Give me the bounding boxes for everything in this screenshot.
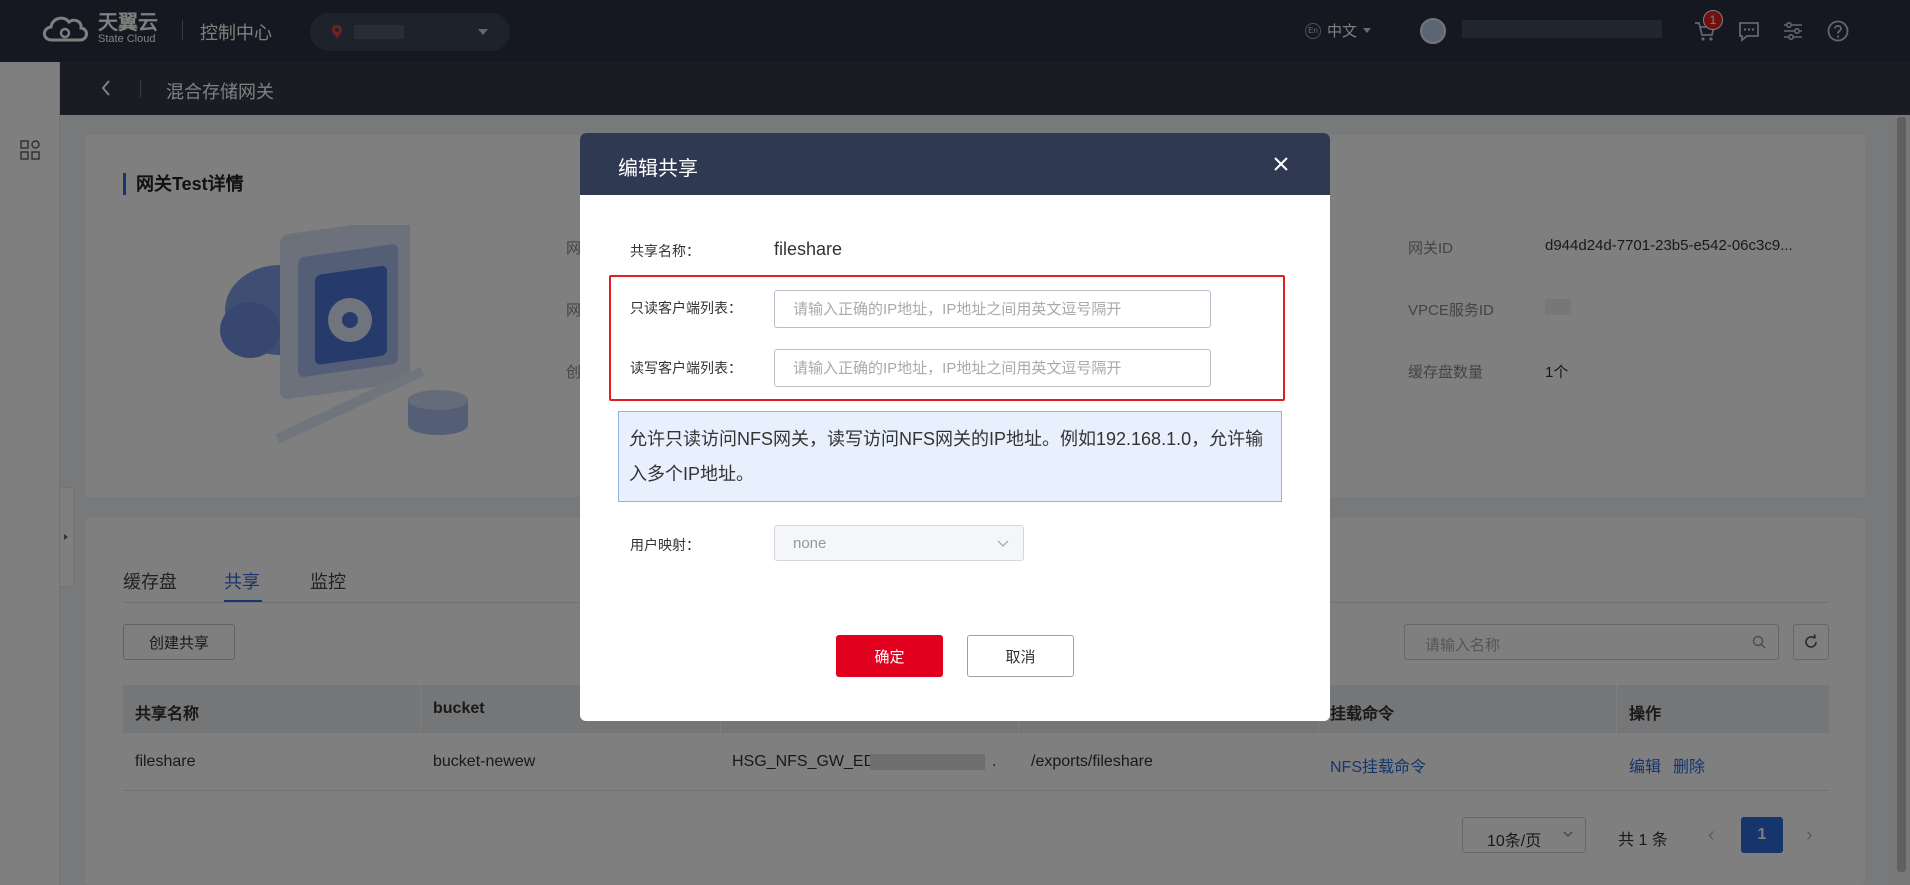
readonly-clients-input[interactable] — [775, 291, 1210, 327]
readonly-clients-label: 只读客户端列表： — [630, 300, 742, 316]
share-name-label: 共享名称： — [630, 243, 700, 259]
share-name-value: fileshare — [774, 239, 843, 259]
ip-address-hint: 允许只读访问NFS网关，读写访问NFS网关的IP地址。例如192.168.1.0… — [618, 411, 1282, 502]
edit-share-dialog: 编辑共享 共享名称： fileshare 只读客户端列表： 读写客户端列表： 允… — [580, 133, 1330, 721]
readwrite-clients-label: 读写客户端列表： — [630, 360, 742, 376]
chevron-down-icon — [997, 540, 1009, 547]
user-mapping-select[interactable]: none — [774, 525, 1024, 561]
dialog-title: 编辑共享 — [618, 158, 698, 180]
readwrite-clients-input[interactable] — [775, 350, 1210, 386]
confirm-button[interactable]: 确定 — [836, 635, 943, 677]
user-mapping-value: none — [793, 535, 827, 552]
close-icon[interactable] — [1272, 155, 1290, 173]
cancel-button[interactable]: 取消 — [967, 635, 1074, 677]
dialog-header: 编辑共享 — [580, 133, 1330, 195]
user-mapping-label: 用户映射： — [630, 537, 700, 553]
readonly-clients-field[interactable] — [774, 290, 1211, 328]
readwrite-clients-field[interactable] — [774, 349, 1211, 387]
